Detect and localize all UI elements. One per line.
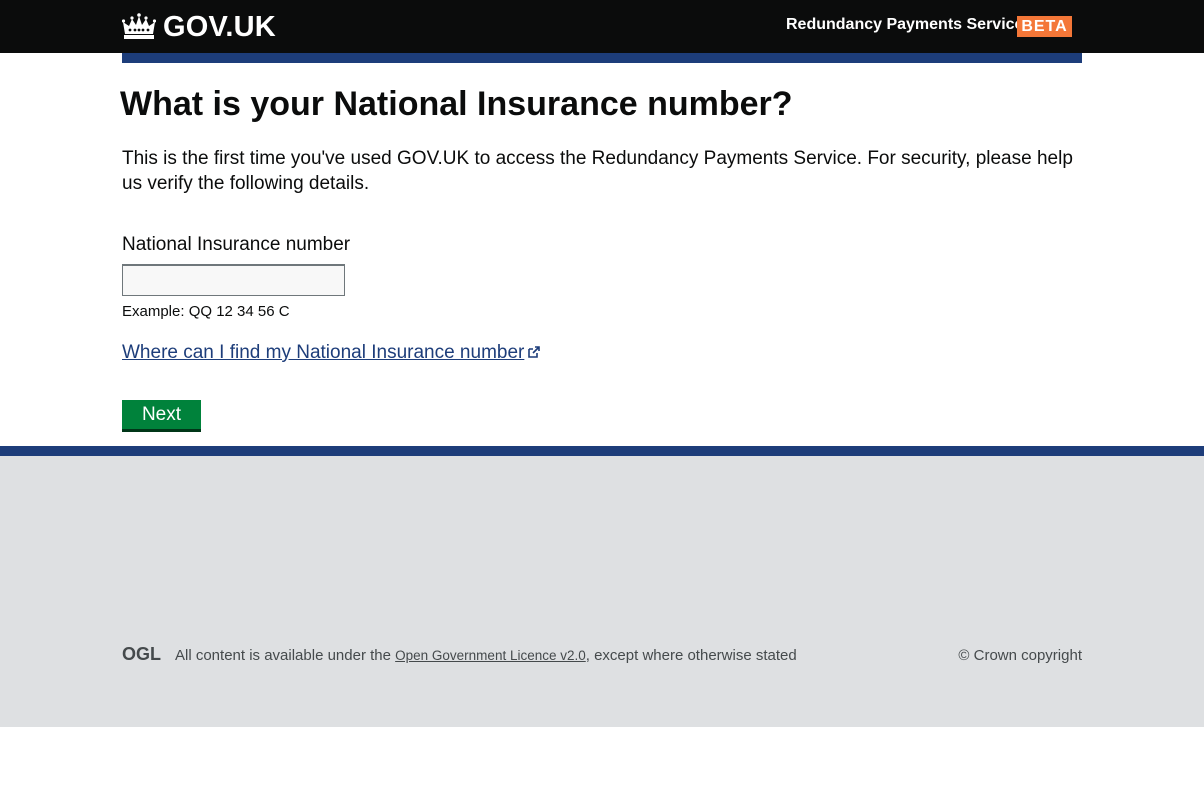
govuk-logo-link[interactable]: GOV.UK — [122, 10, 276, 44]
external-link-icon — [528, 346, 541, 358]
ni-number-label: National Insurance number — [122, 234, 351, 255]
crown-copyright-link[interactable]: © Crown copyright — [958, 647, 1082, 664]
govuk-logo-text: GOV.UK — [163, 10, 276, 43]
crown-icon — [122, 13, 156, 39]
service-name-link[interactable]: Redundancy Payments Service — [786, 16, 1023, 34]
next-button[interactable]: Next — [122, 400, 201, 429]
find-ni-number-link-text: Where can I find my National Insurance n… — [122, 342, 525, 363]
licence-prefix: All content is available under the — [175, 647, 396, 664]
header-accent-bar — [122, 53, 1082, 63]
footer-top-border — [0, 446, 1204, 456]
find-ni-number-link[interactable]: Where can I find my National Insurance n… — [122, 342, 541, 364]
licence-text: All content is available under the Open … — [175, 647, 797, 664]
intro-paragraph: This is the first time you've used GOV.U… — [122, 148, 1073, 194]
page-title: What is your National Insurance number? — [120, 85, 793, 123]
ogl-logo: OGL — [122, 645, 161, 662]
site-footer — [0, 456, 1204, 727]
ni-number-hint: Example: QQ 12 34 56 C — [122, 303, 290, 320]
phase-tag: BETA — [1017, 16, 1072, 37]
ni-number-input[interactable] — [122, 264, 345, 296]
site-header: GOV.UK Redundancy Payments Service BETA — [0, 0, 1204, 53]
svg-text:OGL: OGL — [122, 645, 161, 662]
licence-suffix: , except where otherwise stated — [585, 647, 797, 664]
open-government-licence-link[interactable]: Open Government Licence v2.0 — [395, 648, 586, 663]
